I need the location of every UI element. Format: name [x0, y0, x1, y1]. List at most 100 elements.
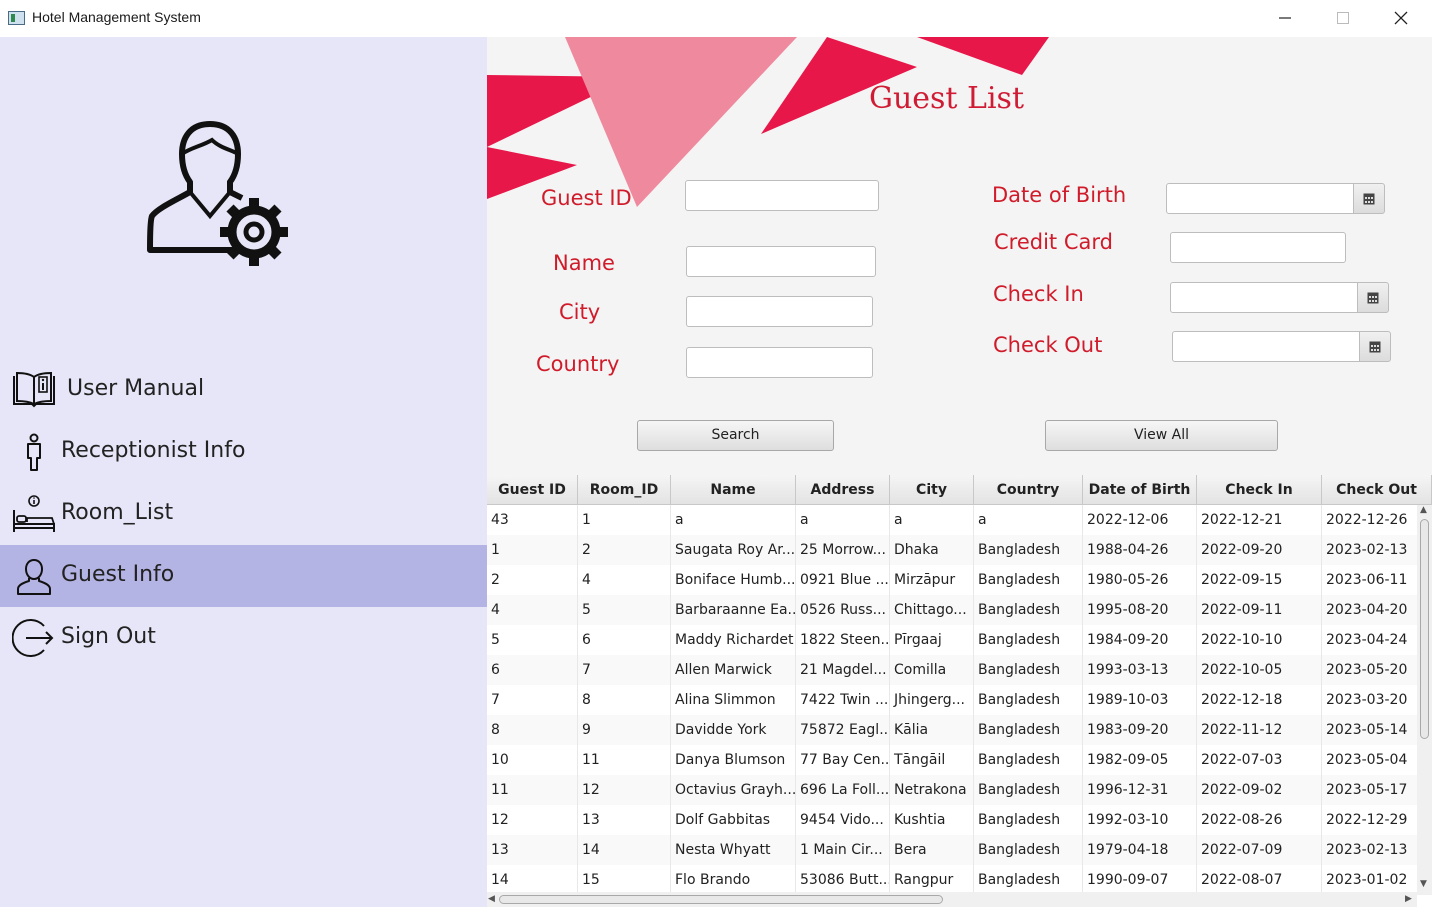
sidebar-item-user-manual[interactable]: User Manual: [0, 359, 487, 421]
table-row[interactable]: 12 13 Dolf Gabbitas 9454 Vido... Kushtia Bang…: [487, 805, 1432, 835]
column-header[interactable]: Country: [974, 475, 1083, 505]
maximize-icon: [1337, 12, 1349, 24]
credit-card-input[interactable]: [1170, 232, 1346, 263]
table-cell: 2022-08-07: [1197, 865, 1322, 895]
sidebar-item-sign-out[interactable]: Sign Out: [0, 607, 487, 669]
table-cell: 4: [578, 565, 671, 595]
table-cell: 12: [487, 805, 578, 835]
guest-id-input[interactable]: [685, 180, 879, 211]
name-input[interactable]: [686, 246, 876, 277]
table-cell: 2022-07-09: [1197, 835, 1322, 865]
table-cell: Bangladesh: [974, 625, 1083, 655]
table-row[interactable]: 7 8 Alina Slimmon 7422 Twin ... Jhingerg... B…: [487, 685, 1432, 715]
table-row[interactable]: 6 7 Allen Marwick 21 Magdel... Comilla Bangla…: [487, 655, 1432, 685]
table-cell: 1992-03-10: [1083, 805, 1197, 835]
name-label: Name: [553, 251, 615, 275]
table-cell: Barbaraanne Ea...: [671, 595, 796, 625]
table-cell: Danya Blumson: [671, 745, 796, 775]
scroll-right-icon[interactable]: ▶: [1405, 894, 1412, 904]
sidebar-item-room-list[interactable]: Room_List: [0, 483, 487, 545]
table-cell: Bangladesh: [974, 715, 1083, 745]
table-cell: 0526 Russ...: [796, 595, 890, 625]
check-in-input[interactable]: [1170, 282, 1358, 313]
table-cell: 2022-09-15: [1197, 565, 1322, 595]
column-header[interactable]: Check Out: [1322, 475, 1432, 505]
table-row[interactable]: 10 11 Danya Blumson 77 Bay Cen... Tāngāil Ban…: [487, 745, 1432, 775]
main-panel: Guest List Guest ID Name City Country Da…: [487, 37, 1432, 907]
table-cell: Saugata Roy Ar...: [671, 535, 796, 565]
check-in-label: Check In: [993, 282, 1084, 306]
sidebar-item-guest-info[interactable]: Guest Info: [0, 545, 487, 607]
table-cell: 1: [578, 505, 671, 535]
country-input[interactable]: [686, 347, 873, 378]
column-header[interactable]: Address: [796, 475, 890, 505]
table-row[interactable]: 5 6 Maddy Richardet 1822 Steen... Pīrgaaj Ban…: [487, 625, 1432, 655]
column-header[interactable]: Check In: [1197, 475, 1322, 505]
scroll-up-icon[interactable]: ▲: [1420, 505, 1427, 515]
maximize-button[interactable]: [1314, 0, 1372, 37]
table-row[interactable]: 43 1 a a a a 2022-12-06 2022-12-21 2022-12-26: [487, 505, 1432, 535]
table-cell: Bangladesh: [974, 685, 1083, 715]
check-out-picker-button[interactable]: [1359, 331, 1391, 362]
view-all-button[interactable]: View All: [1045, 420, 1278, 451]
city-input[interactable]: [686, 296, 873, 327]
table-cell: Bangladesh: [974, 565, 1083, 595]
calendar-icon: [1369, 341, 1381, 353]
calendar-icon: [1367, 292, 1379, 304]
table-row[interactable]: 2 4 Boniface Humb... 0921 Blue ... Mirzāpur B…: [487, 565, 1432, 595]
minimize-icon: [1279, 17, 1291, 19]
table-cell: Tāngāil: [890, 745, 974, 775]
minimize-button[interactable]: [1256, 0, 1314, 37]
scroll-left-icon[interactable]: ◀: [488, 894, 495, 904]
table-cell: 5: [578, 595, 671, 625]
table-cell: 2022-09-02: [1197, 775, 1322, 805]
table-cell: Jhingerg...: [890, 685, 974, 715]
column-header[interactable]: Guest ID: [487, 475, 578, 505]
table-row[interactable]: 8 9 Davidde York 75872 Eagl... Kālia Banglade…: [487, 715, 1432, 745]
column-header[interactable]: Name: [671, 475, 796, 505]
vertical-scroll-thumb[interactable]: [1420, 519, 1429, 739]
table-row[interactable]: 13 14 Nesta Whyatt 1 Main Cir... Bera Banglad…: [487, 835, 1432, 865]
table-cell: 7: [578, 655, 671, 685]
window-title: Hotel Management System: [32, 9, 201, 25]
table-row[interactable]: 14 15 Flo Brando 53086 Butt... Rangpur Bangla…: [487, 865, 1432, 895]
table-cell: 1996-12-31: [1083, 775, 1197, 805]
search-button[interactable]: Search: [637, 420, 834, 451]
table-cell: Bangladesh: [974, 745, 1083, 775]
sign-out-icon: [12, 619, 54, 657]
sidebar-item-receptionist-info[interactable]: Receptionist Info: [0, 421, 487, 483]
table-cell: 2: [578, 535, 671, 565]
table-cell: 1995-08-20: [1083, 595, 1197, 625]
column-header[interactable]: Date of Birth: [1083, 475, 1197, 505]
table-cell: Netrakona: [890, 775, 974, 805]
table-row[interactable]: 11 12 Octavius Grayh... 696 La Foll... Netra…: [487, 775, 1432, 805]
table-cell: Allen Marwick: [671, 655, 796, 685]
date-of-birth-picker-button[interactable]: [1353, 183, 1385, 214]
table-cell: Maddy Richardet: [671, 625, 796, 655]
table-row[interactable]: 1 2 Saugata Roy Ar... 25 Morrow... Dhaka Bang…: [487, 535, 1432, 565]
table-cell: 1989-10-03: [1083, 685, 1197, 715]
horizontal-scrollbar[interactable]: ◀ ▶: [487, 892, 1417, 907]
column-header[interactable]: City: [890, 475, 974, 505]
table-cell: 1979-04-18: [1083, 835, 1197, 865]
column-header[interactable]: Room_ID: [578, 475, 671, 505]
table-cell: Rangpur: [890, 865, 974, 895]
date-of-birth-input[interactable]: [1166, 183, 1354, 214]
close-button[interactable]: [1372, 0, 1430, 37]
table-row[interactable]: 4 5 Barbaraanne Ea... 0526 Russ... Chittago.…: [487, 595, 1432, 625]
table-cell: 1: [487, 535, 578, 565]
table-cell: 12: [578, 775, 671, 805]
check-in-picker-button[interactable]: [1357, 282, 1389, 313]
table-cell: Bangladesh: [974, 865, 1083, 895]
table-cell: 2023-01-02: [1322, 865, 1432, 895]
scroll-down-icon[interactable]: ▼: [1420, 879, 1427, 889]
table-cell: 1 Main Cir...: [796, 835, 890, 865]
horizontal-scroll-thumb[interactable]: [499, 895, 943, 904]
table-cell: 15: [578, 865, 671, 895]
table-cell: 1988-04-26: [1083, 535, 1197, 565]
table-cell: Kushtia: [890, 805, 974, 835]
vertical-scrollbar[interactable]: ▲ ▼: [1417, 505, 1432, 895]
table-cell: Flo Brando: [671, 865, 796, 895]
table-cell: 1984-09-20: [1083, 625, 1197, 655]
check-out-input[interactable]: [1172, 331, 1360, 362]
